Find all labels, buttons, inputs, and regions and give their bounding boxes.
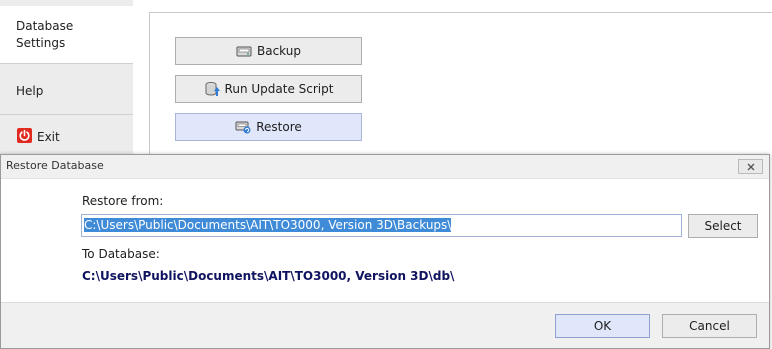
sidebar-item-label: Settings [16, 36, 66, 50]
cancel-label: Cancel [689, 319, 730, 333]
to-database-label: To Database: [82, 247, 160, 261]
restore-from-value: C:\Users\Public\Documents\AIT\TO3000, Ve… [84, 218, 452, 232]
restore-label: Restore [256, 120, 302, 134]
sidebar-item-database-settings[interactable]: Database Settings [0, 6, 133, 63]
sidebar-item-label: Database [16, 19, 74, 33]
run-update-script-label: Run Update Script [224, 82, 334, 96]
sidebar: Database Settings Help Exit [0, 0, 133, 160]
sidebar-item-label: Help [16, 84, 44, 98]
to-database-value: C:\Users\Public\Documents\AIT\TO3000, Ve… [82, 269, 455, 283]
backup-button[interactable]: Backup [175, 37, 362, 65]
dialog-title: Restore Database [6, 159, 104, 172]
run-update-script-button[interactable]: Run Update Script [175, 75, 362, 103]
restore-from-input[interactable]: C:\Users\Public\Documents\AIT\TO3000, Ve… [81, 214, 682, 237]
restore-from-label: Restore from: [82, 194, 164, 208]
close-icon [747, 160, 755, 174]
sidebar-item-label: Exit [37, 130, 60, 144]
ok-button[interactable]: OK [555, 314, 650, 338]
sidebar-item-help[interactable]: Help [0, 64, 133, 114]
dialog-footer: OK Cancel [1, 302, 769, 348]
power-icon [17, 128, 32, 143]
cancel-button[interactable]: Cancel [662, 314, 757, 338]
restore-icon [235, 120, 251, 134]
close-button[interactable] [738, 159, 763, 174]
backup-label: Backup [257, 44, 301, 58]
database-update-icon [204, 81, 220, 97]
disk-icon [236, 44, 252, 58]
restore-button[interactable]: Restore [175, 113, 362, 141]
ok-label: OK [593, 319, 612, 333]
select-button[interactable]: Select [688, 214, 758, 238]
dialog-titlebar[interactable]: Restore Database [1, 155, 769, 179]
select-label: Select [704, 219, 742, 233]
restore-database-dialog: Restore Database Restore from: C:\Users\… [0, 154, 770, 349]
